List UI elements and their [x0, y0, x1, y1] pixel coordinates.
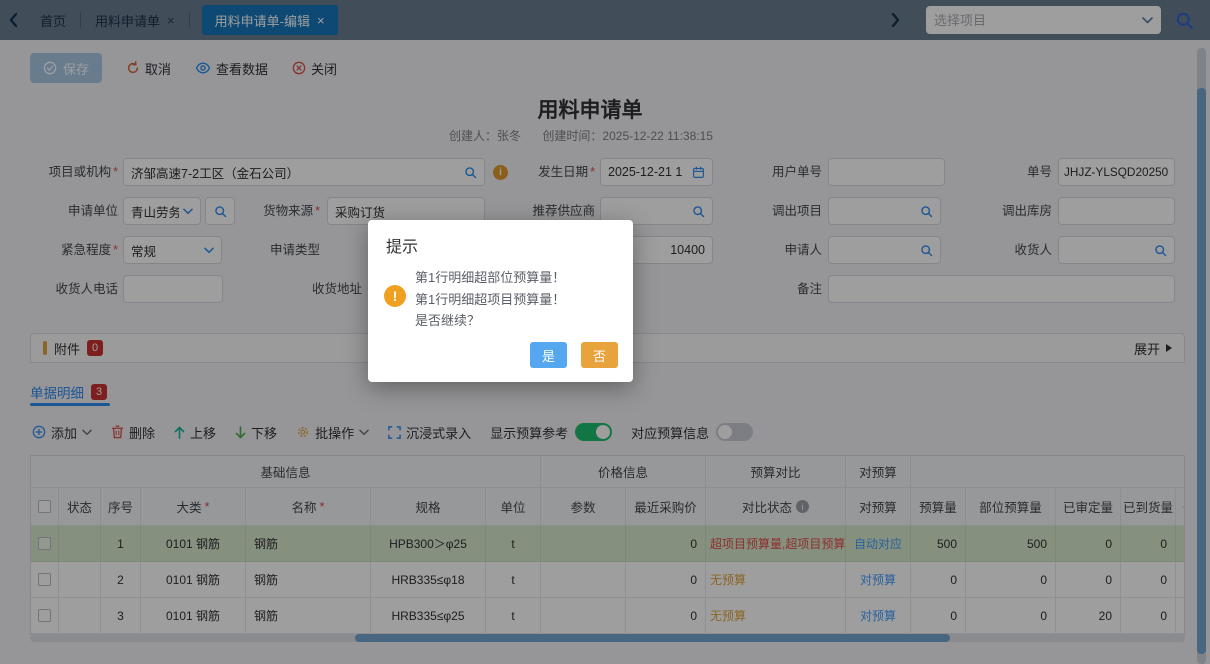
- warning-dialog: 提示 ! 第1行明细超部位预算量！ 第1行明细超项目预算量！ 是否继续？ 是 否: [368, 220, 633, 382]
- dialog-buttons: 是 否: [530, 342, 618, 368]
- warning-icon: !: [384, 285, 406, 307]
- dialog-line: 第1行明细超部位预算量！: [415, 270, 566, 285]
- material-requisition-window: 首页 用料申请单 × 用料申请单-编辑 × 选择项目 保存 取消 查看数据 关闭…: [0, 0, 1210, 664]
- dialog-message: 第1行明细超部位预算量！ 第1行明细超项目预算量！ 是否继续？: [415, 267, 565, 332]
- dialog-title: 提示: [386, 239, 419, 256]
- dialog-line: 第1行明细超项目预算量！: [415, 291, 566, 307]
- dialog-line: 是否继续？: [415, 313, 481, 328]
- no-button[interactable]: 否: [581, 342, 618, 368]
- yes-button[interactable]: 是: [530, 342, 567, 368]
